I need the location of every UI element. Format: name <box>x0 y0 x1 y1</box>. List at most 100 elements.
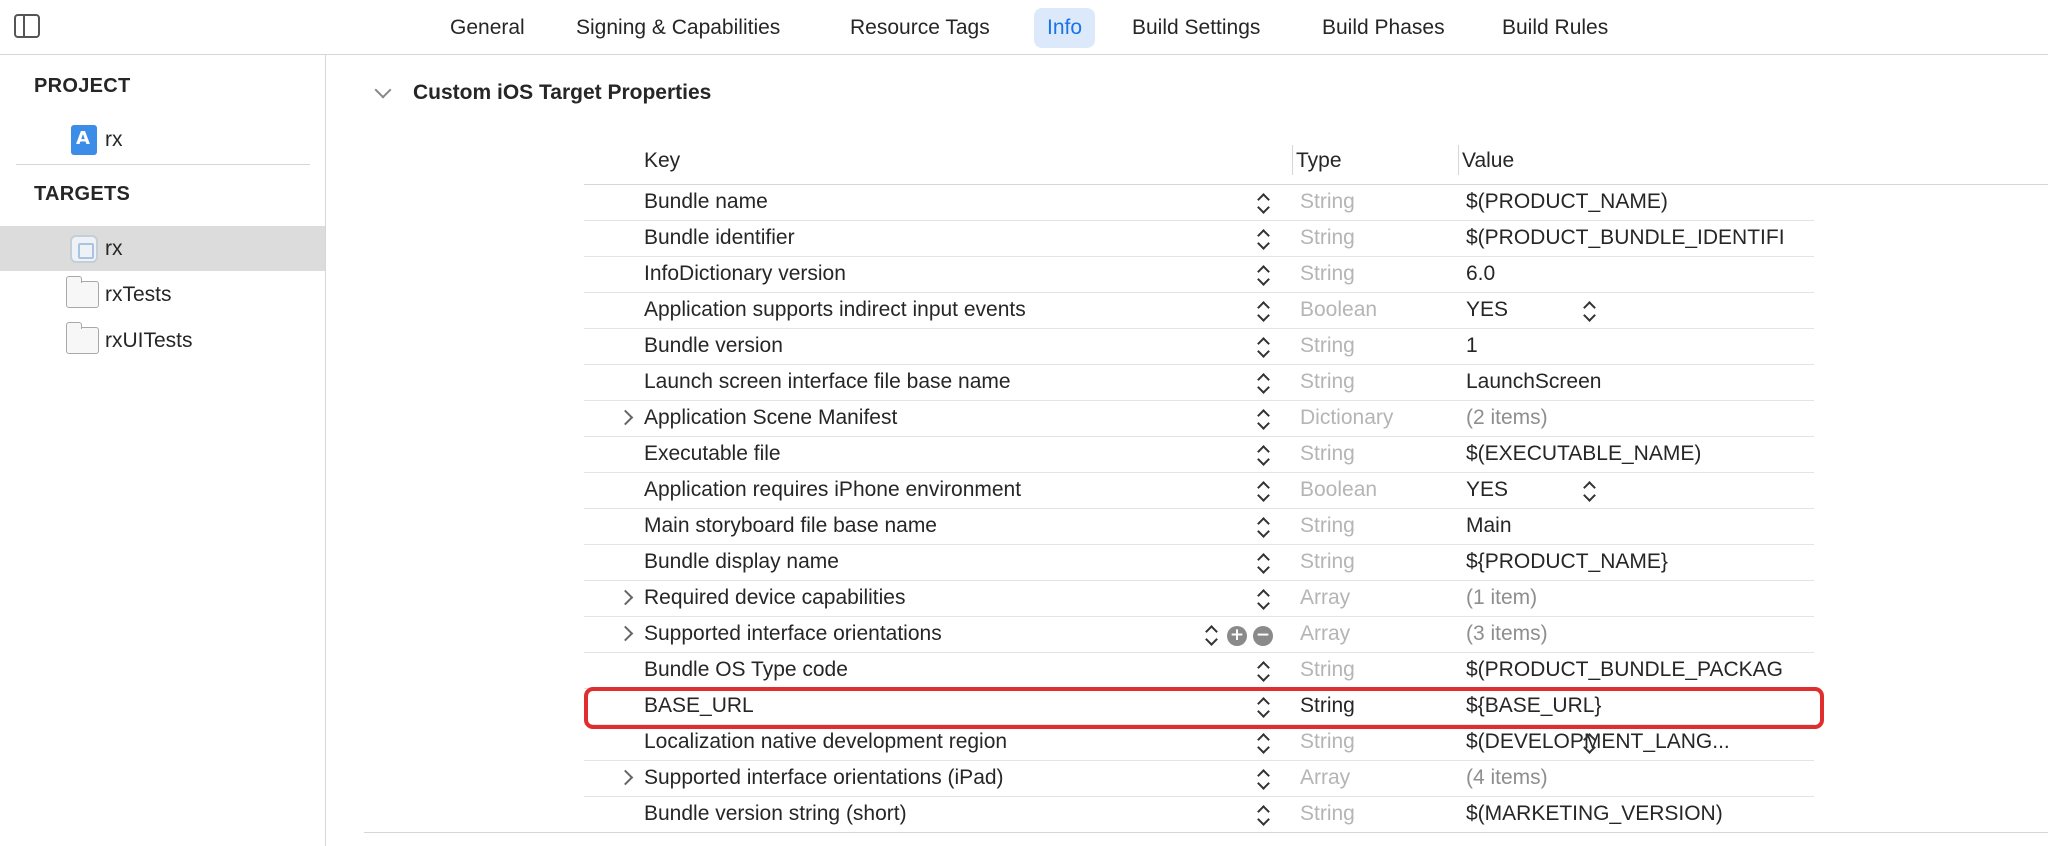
chevron-down-icon[interactable] <box>374 81 392 99</box>
row-type[interactable]: Array <box>1300 586 1350 610</box>
row-key[interactable]: Supported interface orientations <box>644 622 942 646</box>
row-type[interactable]: String <box>1300 658 1355 682</box>
tab-general[interactable]: General <box>437 8 538 48</box>
row-type[interactable]: Array <box>1300 766 1350 790</box>
key-stepper-icon[interactable] <box>1256 769 1270 791</box>
tab-build-rules[interactable]: Build Rules <box>1489 8 1621 48</box>
key-stepper-icon[interactable] <box>1256 805 1270 827</box>
tab-build-settings[interactable]: Build Settings <box>1119 8 1273 48</box>
table-row[interactable]: Main storyboard file base name String Main <box>584 509 1814 545</box>
key-stepper-icon[interactable] <box>1256 481 1270 503</box>
row-key[interactable]: Executable file <box>644 442 781 466</box>
row-type[interactable]: Boolean <box>1300 298 1377 322</box>
tab-build-phases[interactable]: Build Phases <box>1309 8 1458 48</box>
column-header-type[interactable]: Type <box>1296 149 1342 173</box>
key-stepper-icon[interactable] <box>1256 337 1270 359</box>
row-value[interactable]: Main <box>1466 514 1512 538</box>
column-separator[interactable] <box>1458 145 1459 175</box>
key-stepper-icon[interactable] <box>1256 445 1270 467</box>
row-key[interactable]: Bundle OS Type code <box>644 658 848 682</box>
disclosure-chevron-icon[interactable] <box>617 625 634 642</box>
row-key[interactable]: Bundle name <box>644 190 768 214</box>
key-stepper-icon[interactable] <box>1256 301 1270 323</box>
row-value[interactable]: $(PRODUCT_BUNDLE_IDENTIFI <box>1466 226 1785 250</box>
table-row[interactable]: Bundle OS Type code String $(PRODUCT_BUNDL… <box>584 653 1814 689</box>
row-key[interactable]: Localization native development region <box>644 730 1007 754</box>
target-item-rx[interactable]: rx <box>0 226 325 271</box>
key-stepper-icon[interactable] <box>1256 589 1270 611</box>
row-value[interactable]: (4 items) <box>1466 766 1548 790</box>
row-key[interactable]: Application supports indirect input even… <box>644 298 1026 322</box>
target-item-rxuitests[interactable]: rxUITests <box>0 318 325 363</box>
key-stepper-icon[interactable] <box>1204 625 1218 647</box>
value-stepper-icon[interactable] <box>1582 733 1596 755</box>
row-value[interactable]: $(PRODUCT_BUNDLE_PACKAG <box>1466 658 1783 682</box>
add-item-icon[interactable]: + <box>1227 626 1247 646</box>
table-row[interactable]: Executable file String $(EXECUTABLE_NAME) <box>584 437 1814 473</box>
row-value[interactable]: $(PRODUCT_NAME) <box>1466 190 1668 214</box>
row-value[interactable]: $(MARKETING_VERSION) <box>1466 802 1723 826</box>
section-header[interactable]: Custom iOS Target Properties <box>374 81 711 105</box>
row-value[interactable]: (1 item) <box>1466 586 1537 610</box>
table-row[interactable]: Application Scene Manifest Dictionary (2 i… <box>584 401 1814 437</box>
row-type[interactable]: String <box>1300 226 1355 250</box>
target-item-rxtests[interactable]: rxTests <box>0 272 325 317</box>
row-type[interactable]: String <box>1300 514 1355 538</box>
key-stepper-icon[interactable] <box>1256 409 1270 431</box>
row-value[interactable]: LaunchScreen <box>1466 370 1601 394</box>
row-value[interactable]: (2 items) <box>1466 406 1548 430</box>
key-stepper-icon[interactable] <box>1256 733 1270 755</box>
row-type[interactable]: String <box>1300 442 1355 466</box>
key-stepper-icon[interactable] <box>1256 517 1270 539</box>
table-row[interactable]: Application requires iPhone environment B… <box>584 473 1814 509</box>
table-row[interactable]: Supported interface orientations (iPad) A… <box>584 761 1814 797</box>
row-key[interactable]: Application Scene Manifest <box>644 406 897 430</box>
row-type[interactable]: String <box>1300 550 1355 574</box>
row-type[interactable]: Boolean <box>1300 478 1377 502</box>
table-row[interactable]: Bundle identifier String $(PRODUCT_BUNDLE_… <box>584 221 1814 257</box>
row-key[interactable]: Supported interface orientations (iPad) <box>644 766 1004 790</box>
table-row[interactable]: Launch screen interface file base name St… <box>584 365 1814 401</box>
tab-info[interactable]: Info <box>1034 8 1096 48</box>
disclosure-chevron-icon[interactable] <box>617 409 634 426</box>
table-row[interactable]: Required device capabilities Array (1 item… <box>584 581 1814 617</box>
sidebar-toggle-icon[interactable] <box>14 14 40 38</box>
remove-item-icon[interactable]: − <box>1253 626 1273 646</box>
table-row[interactable]: InfoDictionary version String 6.0 <box>584 257 1814 293</box>
row-key[interactable]: Bundle version <box>644 334 783 358</box>
row-value[interactable]: $(EXECUTABLE_NAME) <box>1466 442 1701 466</box>
row-value[interactable]: $(DEVELOPMENT_LANG... <box>1466 730 1730 754</box>
row-type[interactable]: String <box>1300 190 1355 214</box>
row-key[interactable]: Bundle version string (short) <box>644 802 907 826</box>
row-key[interactable]: Required device capabilities <box>644 586 906 610</box>
row-type[interactable]: String <box>1300 334 1355 358</box>
row-type[interactable]: Dictionary <box>1300 406 1393 430</box>
table-row[interactable]: Bundle display name String ${PRODUCT_NAME} <box>584 545 1814 581</box>
row-key[interactable]: Application requires iPhone environment <box>644 478 1021 502</box>
column-header-key[interactable]: Key <box>644 149 680 173</box>
row-type[interactable]: Array <box>1300 622 1350 646</box>
row-key[interactable]: Launch screen interface file base name <box>644 370 1011 394</box>
table-row[interactable]: Localization native development region St… <box>584 725 1814 761</box>
table-row[interactable]: Application supports indirect input even… <box>584 293 1814 329</box>
row-value[interactable]: 6.0 <box>1466 262 1495 286</box>
row-type[interactable]: String <box>1300 370 1355 394</box>
column-separator[interactable] <box>1292 145 1293 175</box>
row-value[interactable]: 1 <box>1466 334 1478 358</box>
row-key[interactable]: InfoDictionary version <box>644 262 846 286</box>
row-key[interactable]: Bundle display name <box>644 550 839 574</box>
row-type[interactable]: String <box>1300 262 1355 286</box>
key-stepper-icon[interactable] <box>1256 193 1270 215</box>
key-stepper-icon[interactable] <box>1256 553 1270 575</box>
disclosure-chevron-icon[interactable] <box>617 589 634 606</box>
row-key[interactable]: Main storyboard file base name <box>644 514 937 538</box>
row-type[interactable]: String <box>1300 802 1355 826</box>
column-header-value[interactable]: Value <box>1462 149 1514 173</box>
row-value[interactable]: (3 items) <box>1466 622 1548 646</box>
table-row[interactable]: Supported interface orientations + − Array (… <box>584 617 1814 653</box>
project-item-rx[interactable]: rx <box>0 117 325 162</box>
row-value[interactable]: YES <box>1466 298 1508 322</box>
row-key[interactable]: Bundle identifier <box>644 226 795 250</box>
row-type[interactable]: String <box>1300 730 1355 754</box>
key-stepper-icon[interactable] <box>1256 661 1270 683</box>
